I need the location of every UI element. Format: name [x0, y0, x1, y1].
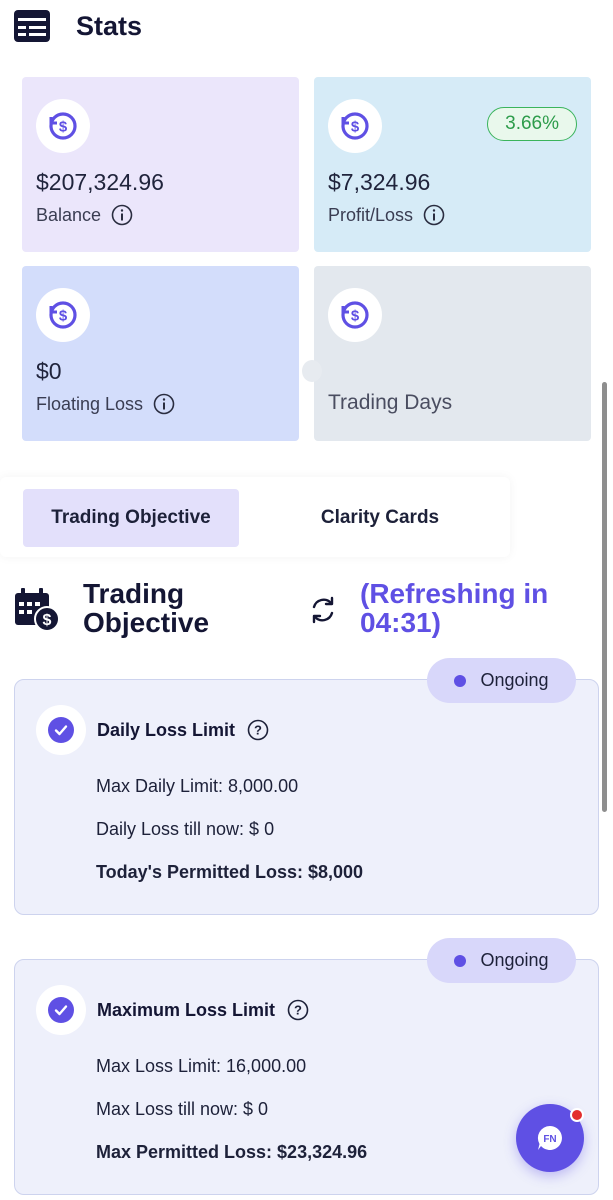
svg-text:$: $: [351, 119, 360, 136]
trading-objective-title-line2: Objective: [83, 607, 210, 638]
objective-title-text: Daily Loss Limit: [97, 719, 236, 740]
objective-title: Daily Loss Limit ?: [97, 719, 269, 741]
profit-loss-label: Profit/Loss: [328, 204, 445, 226]
floating-loss-value: $0: [36, 358, 62, 384]
check-icon: [36, 705, 86, 755]
max-loss-limit: Max Loss Limit: 16,000.00: [96, 1056, 307, 1076]
calendar-dollar-icon: $: [15, 588, 60, 632]
status-dot: [454, 954, 467, 967]
dollar-refresh-icon: $: [36, 288, 90, 342]
page-title: Stats: [76, 10, 143, 41]
max-loss-till-now: Max Loss till now: $ 0: [96, 1099, 269, 1119]
chat-bubble-icon: FN: [537, 1125, 562, 1150]
svg-text:$: $: [43, 612, 52, 629]
svg-text:?: ?: [254, 723, 262, 738]
svg-text:$: $: [59, 119, 68, 136]
info-icon[interactable]: [111, 204, 133, 226]
scrollbar[interactable]: [602, 382, 607, 812]
profit-loss-card: $ 3.66% $7,324.96 Profit/Loss: [314, 77, 591, 252]
refresh-countdown: (Refreshing in 04:31): [360, 579, 548, 637]
svg-text:$: $: [351, 308, 360, 325]
carousel-dot: [302, 360, 322, 382]
refresh-icon[interactable]: [309, 596, 337, 624]
svg-text:$: $: [59, 308, 68, 325]
daily-loss-till-now: Daily Loss till now: $ 0: [96, 819, 275, 839]
daily-loss-limit-card: Ongoing Daily Loss Limit ? Max Daily Lim…: [14, 658, 599, 915]
refresh-countdown-line1: (Refreshing in: [360, 578, 549, 609]
status-badge: Ongoing: [427, 658, 576, 703]
tab-bar: Trading Objective Clarity Cards: [0, 477, 510, 557]
floating-loss-card: $ $0 Floating Loss: [22, 266, 299, 441]
profit-loss-label-text: Profit/Loss: [328, 204, 414, 225]
status-badge-label: Ongoing: [480, 670, 549, 690]
dollar-refresh-icon: $: [36, 99, 90, 153]
trading-days-card: $ Trading Days: [314, 266, 591, 441]
trading-objective-title-line1: Trading: [83, 578, 185, 609]
dollar-refresh-icon: $: [328, 288, 382, 342]
status-badge-label: Ongoing: [480, 950, 549, 970]
objective-title: Maximum Loss Limit ?: [97, 999, 309, 1021]
stats-header: Stats: [14, 6, 142, 46]
floating-loss-label-text: Floating Loss: [36, 393, 144, 414]
objective-title-text: Maximum Loss Limit: [97, 999, 276, 1020]
status-dot: [454, 674, 467, 687]
check-icon: [36, 985, 86, 1035]
balance-label: Balance: [36, 204, 133, 226]
trading-days-label: Trading Days: [328, 391, 453, 414]
todays-permitted-loss: Today's Permitted Loss: $8,000: [96, 862, 364, 882]
info-icon[interactable]: [153, 393, 175, 415]
trading-objective-title: Trading Objective: [83, 579, 209, 637]
notification-dot: [570, 1108, 584, 1122]
floating-loss-label: Floating Loss: [36, 393, 175, 415]
profit-percent-badge: 3.66%: [487, 107, 577, 141]
tab-trading-objective[interactable]: Trading Objective: [23, 489, 239, 547]
help-icon[interactable]: ?: [247, 719, 269, 741]
refresh-countdown-line2: 04:31): [360, 607, 441, 638]
svg-text:FN: FN: [543, 1134, 556, 1145]
max-permitted-loss: Max Permitted Loss: $23,324.96: [96, 1142, 368, 1162]
balance-card: $ $207,324.96 Balance: [22, 77, 299, 252]
maximum-loss-limit-card: Ongoing Maximum Loss Limit ? Max Loss Li…: [14, 938, 599, 1195]
help-icon[interactable]: ?: [287, 999, 309, 1021]
stats-icon: [14, 10, 50, 42]
balance-label-text: Balance: [36, 204, 102, 225]
tab-clarity-cards[interactable]: Clarity Cards: [256, 489, 504, 547]
profit-loss-value: $7,324.96: [328, 169, 431, 195]
info-icon[interactable]: [423, 204, 445, 226]
svg-text:?: ?: [294, 1003, 302, 1018]
status-badge: Ongoing: [427, 938, 576, 983]
balance-value: $207,324.96: [36, 169, 164, 195]
max-daily-limit: Max Daily Limit: 8,000.00: [96, 776, 299, 796]
dollar-refresh-icon: $: [328, 99, 382, 153]
